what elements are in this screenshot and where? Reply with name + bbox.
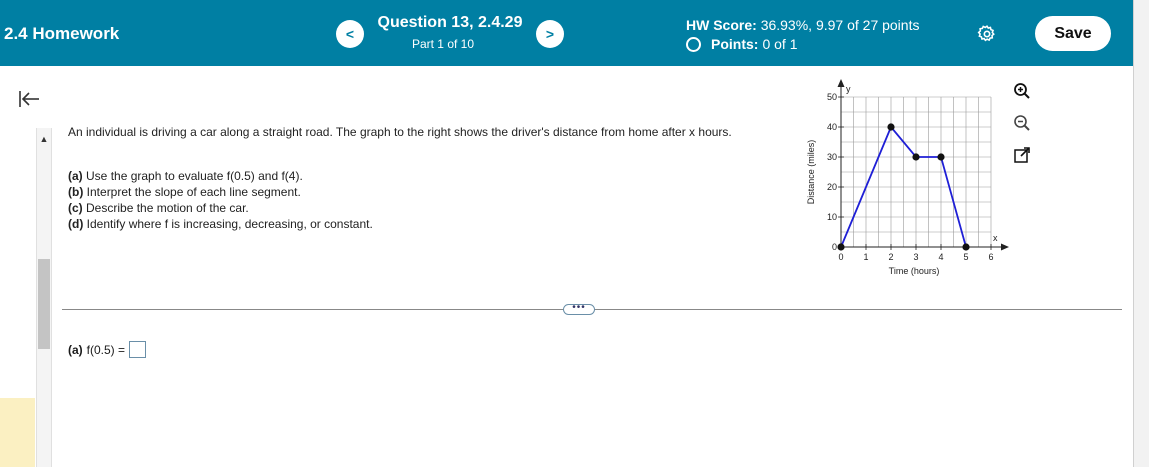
answer-expression: f(0.5) = (86, 342, 126, 357)
app-root: 2.4 Homework < Question 13, 2.4.29 Part … (0, 0, 1149, 467)
x-tick-label: 2 (888, 252, 893, 262)
x-tick-label: 5 (963, 252, 968, 262)
hw-score-label: HW Score: (686, 17, 757, 33)
x-tick-label: 0 (838, 252, 843, 262)
answer-input[interactable] (129, 341, 147, 358)
distance-time-graph: 0 1 2 3 4 5 6 0 10 20 30 40 50 Distance (miles) Time… (806, 79, 1009, 276)
hw-score-value: 36.93%, 9.97 of 27 points (760, 17, 920, 33)
chart-y-axis-name: y (846, 84, 851, 94)
chart-x-axis-name: x (993, 233, 998, 243)
y-tick-label: 20 (827, 182, 837, 192)
y-tick-label: 30 (827, 152, 837, 162)
scrollbar-thumb[interactable] (38, 259, 50, 349)
data-point (887, 123, 895, 131)
next-question-button[interactable]: > (536, 20, 564, 48)
y-tick-label: 40 (827, 122, 837, 132)
data-point (962, 243, 970, 251)
chart-ylabel: Distance (miles) (806, 140, 816, 205)
question-parts-list: (a) Use the graph to evaluate f(0.5) and… (68, 168, 373, 232)
assignment-title: 2.4 Homework (4, 24, 120, 43)
chart-xlabel: Time (hours) (889, 266, 940, 276)
x-tick-label: 3 (913, 252, 918, 262)
x-axis-arrow-icon (1001, 243, 1009, 251)
question-part: Part 1 of 10 (411, 37, 475, 51)
collapse-left-icon[interactable] (18, 90, 40, 108)
points-status: Points: 0 of 1 (686, 36, 797, 52)
answer-part-label: (a) (68, 342, 83, 357)
popout-icon[interactable] (1013, 146, 1031, 164)
y-tick-label: 0 (832, 242, 837, 252)
x-tick-label: 6 (988, 252, 993, 262)
header-bar: 2.4 Homework < Question 13, 2.4.29 Part … (0, 0, 1133, 66)
points-label: Points: (711, 36, 759, 52)
hw-score: HW Score: 36.93%, 9.97 of 27 points (686, 17, 919, 33)
data-point (837, 243, 845, 251)
y-tick-label: 10 (827, 212, 837, 222)
data-point (912, 153, 920, 161)
points-value: 0 of 1 (762, 36, 798, 52)
window-scrollbar[interactable] (1133, 0, 1149, 467)
zoom-out-icon[interactable] (1013, 114, 1031, 132)
question-part-item: (a) Use the graph to evaluate f(0.5) and… (68, 169, 303, 183)
gear-icon[interactable] (977, 24, 997, 44)
save-button[interactable]: Save (1035, 16, 1111, 51)
highlight-block (0, 398, 35, 467)
status-circle-icon (686, 36, 701, 52)
answer-row: (a) f(0.5) = (68, 341, 147, 358)
expand-button[interactable]: ••• (563, 303, 595, 315)
question-intro: An individual is driving a car along a s… (68, 125, 732, 139)
y-axis-arrow-icon (837, 79, 845, 87)
y-tick-label: 50 (827, 92, 837, 102)
previous-question-button[interactable]: < (336, 20, 364, 48)
question-part-item: (b) Interpret the slope of each line seg… (68, 185, 301, 199)
scroll-up-icon[interactable]: ▲ (36, 134, 52, 144)
chart-tick-labels: 0 1 2 3 4 5 6 0 10 20 30 40 50 (827, 92, 994, 262)
question-part-item: (c) Describe the motion of the car. (68, 201, 249, 215)
x-tick-label: 1 (863, 252, 868, 262)
data-point (937, 153, 945, 161)
chart-axes (837, 79, 1009, 251)
chart-grid (840, 96, 992, 247)
zoom-in-icon[interactable] (1013, 82, 1031, 100)
question-title: Question 13, 2.4.29 (377, 14, 523, 31)
question-part-item: (d) Identify where f is increasing, decr… (68, 217, 373, 231)
x-tick-label: 4 (938, 252, 943, 262)
